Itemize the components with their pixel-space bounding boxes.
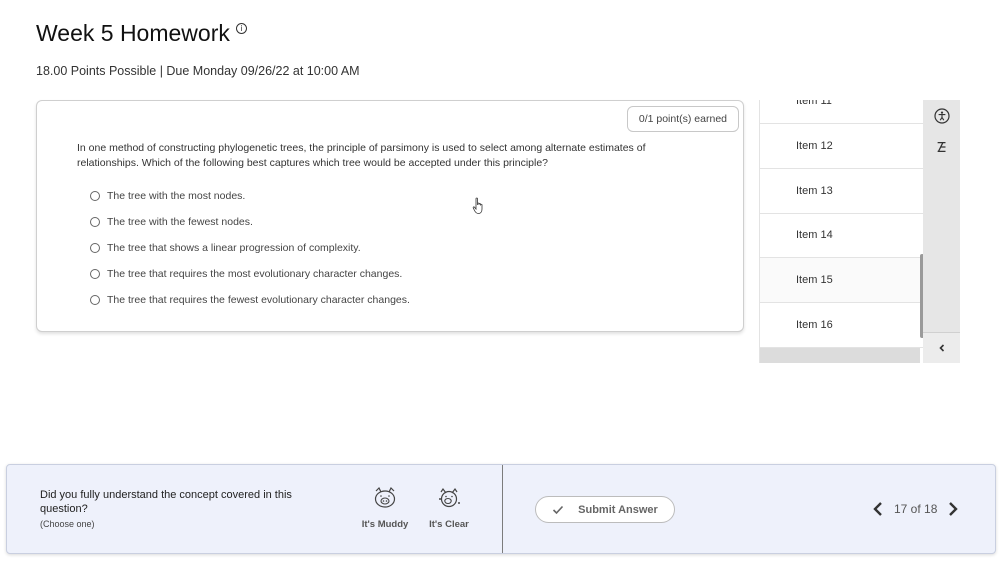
- translate-icon[interactable]: [932, 137, 951, 156]
- item-row[interactable]: Item 11: [760, 100, 923, 124]
- choice-label: The tree that requires the fewest evolut…: [107, 294, 410, 306]
- question-position: 17 of 18: [894, 502, 938, 516]
- checkmark-icon: [553, 505, 564, 514]
- its-muddy-label: It's Muddy: [361, 519, 409, 530]
- its-clear-button[interactable]: It's Clear: [419, 487, 479, 532]
- page-title-text: Week 5 Homework: [36, 20, 230, 46]
- footer-bar: Did you fully understand the concept cov…: [6, 464, 996, 554]
- its-clear-label: It's Clear: [429, 519, 469, 530]
- accessibility-icon[interactable]: [932, 106, 951, 125]
- understanding-question-text: Did you fully understand the concept cov…: [40, 489, 292, 515]
- item-row[interactable]: Item 14: [760, 214, 923, 259]
- choice-option[interactable]: The tree that requires the fewest evolut…: [90, 287, 410, 313]
- chevron-left-icon: [873, 502, 882, 516]
- points-earned-badge: 0/1 point(s) earned: [626, 106, 739, 132]
- tool-strip: [923, 100, 960, 363]
- next-question-button[interactable]: [944, 499, 962, 519]
- question-prompt: In one method of constructing phylogenet…: [77, 142, 646, 169]
- previous-question-button[interactable]: [869, 499, 887, 519]
- collapse-panel-button[interactable]: [923, 332, 960, 363]
- its-muddy-button[interactable]: It's Muddy: [355, 487, 415, 532]
- radio-button[interactable]: [90, 191, 100, 201]
- submit-answer-label: Submit Answer: [578, 503, 658, 516]
- understanding-question: Did you fully understand the concept cov…: [40, 488, 330, 531]
- question-pager: 17 of 18: [869, 496, 962, 522]
- item-row[interactable]: Item 15: [760, 258, 923, 304]
- radio-button[interactable]: [90, 217, 100, 227]
- pig-icon: [374, 487, 396, 508]
- radio-button[interactable]: [90, 243, 100, 253]
- radio-button[interactable]: [90, 269, 100, 279]
- choice-label: The tree with the most nodes.: [107, 190, 246, 202]
- choice-option[interactable]: The tree with the fewest nodes.: [90, 209, 410, 235]
- panel-footer-bar: [760, 348, 920, 363]
- radio-button[interactable]: [90, 295, 100, 305]
- choice-label: The tree that requires the most evolutio…: [107, 268, 403, 280]
- homework-page: Week 5 Homework i 18.00 Points Possible …: [0, 0, 1000, 567]
- item-row[interactable]: Item 13: [760, 169, 923, 214]
- choice-label: The tree that shows a linear progression…: [107, 242, 361, 254]
- item-list-panel: Item 11 Item 12 Item 13 Item 14 Item 15 …: [759, 100, 923, 363]
- footer-divider: [502, 465, 503, 553]
- item-row[interactable]: Item 12: [760, 124, 923, 169]
- choice-option[interactable]: The tree with the most nodes.: [90, 183, 410, 209]
- choose-one-hint: (Choose one): [40, 519, 95, 529]
- question-card: 0/1 point(s) earned In one method of con…: [36, 100, 744, 332]
- page-title: Week 5 Homework i: [36, 20, 247, 47]
- submit-answer-button[interactable]: Submit Answer: [535, 496, 675, 523]
- choice-option[interactable]: The tree that requires the most evolutio…: [90, 261, 410, 287]
- info-icon[interactable]: i: [235, 23, 247, 34]
- choice-label: The tree with the fewest nodes.: [107, 216, 253, 228]
- sparkle-pig-icon: [439, 487, 460, 508]
- points-due-info: 18.00 Points Possible | Due Monday 09/26…: [36, 64, 360, 78]
- chevron-right-icon: [949, 502, 959, 516]
- chevron-left-icon: [938, 344, 944, 352]
- choice-option[interactable]: The tree that shows a linear progression…: [90, 235, 410, 261]
- answer-choices: The tree with the most nodes. The tree w…: [90, 183, 410, 313]
- item-row[interactable]: Item 16: [760, 303, 923, 348]
